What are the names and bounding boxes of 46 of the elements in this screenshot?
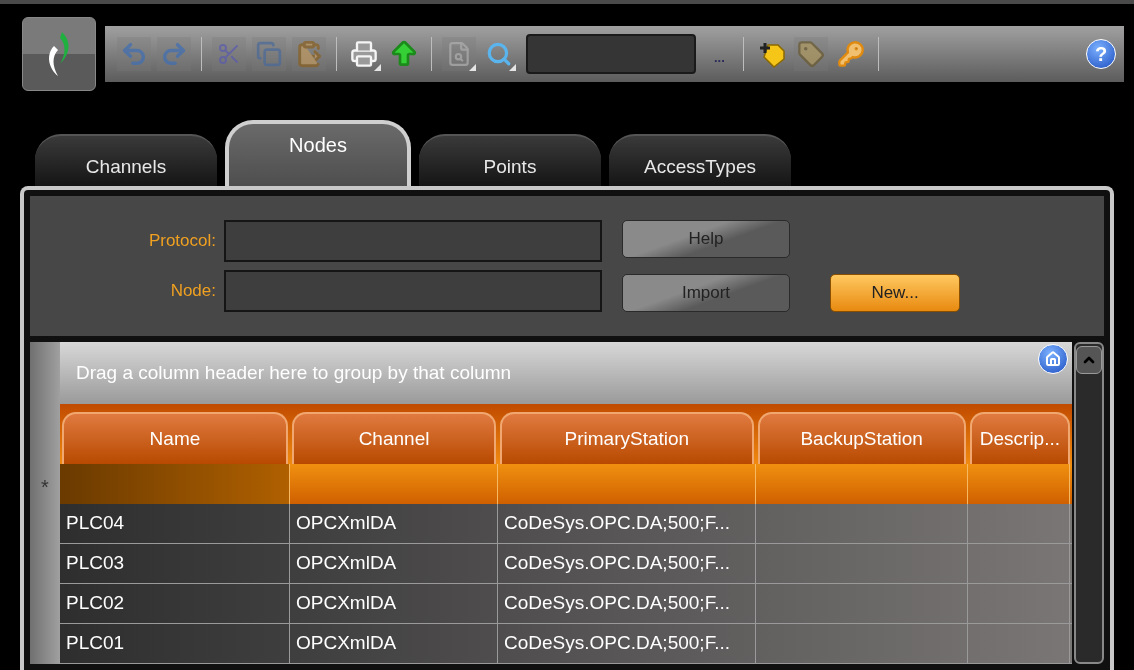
home-button[interactable]	[1038, 344, 1068, 374]
tab[interactable]: Nodes	[225, 120, 411, 186]
search-icon	[486, 41, 512, 68]
table-cell: OPCXmlDA	[290, 584, 498, 623]
table-cell: OPCXmlDA	[290, 624, 498, 663]
group-panel-hint: Drag a column header here to group by that column	[76, 360, 512, 385]
browse-button[interactable]: ...	[706, 37, 733, 72]
text-field[interactable]	[224, 270, 602, 312]
new-button[interactable]: New...	[830, 274, 960, 312]
table-cell: CoDeSys.OPC.DA;500;F...	[498, 504, 756, 543]
tab[interactable]: Points	[419, 134, 601, 186]
column-header[interactable]: Descrip...	[969, 412, 1070, 464]
column-header[interactable]: PrimaryStation	[500, 412, 754, 464]
tab[interactable]: AccessTypes	[609, 134, 791, 186]
text-field[interactable]	[224, 220, 602, 262]
document-search-icon	[446, 41, 472, 68]
new-row-marker: *	[40, 475, 50, 500]
column-header[interactable]: Name	[62, 412, 288, 464]
table-cell: PLC04	[60, 504, 290, 543]
printer-icon	[350, 40, 378, 69]
table-cell: PLC01	[60, 624, 290, 663]
key-icon	[836, 40, 865, 69]
search-field[interactable]	[526, 34, 696, 75]
table-cell: OPCXmlDA	[290, 544, 498, 583]
new-row-cell[interactable]	[60, 464, 290, 504]
tag-icon	[796, 40, 825, 69]
column-header[interactable]: Channel	[291, 412, 497, 464]
copy-icon	[256, 41, 282, 68]
table-cell: PLC03	[60, 544, 290, 583]
tab[interactable]: Channels	[35, 134, 217, 186]
column-header[interactable]: BackupStation	[757, 412, 966, 464]
form-button[interactable]: Import	[622, 274, 790, 312]
table-cell: CoDeSys.OPC.DA;500;F...	[498, 624, 756, 663]
table-cell: CoDeSys.OPC.DA;500;F...	[498, 584, 756, 623]
form-button[interactable]: Help	[622, 220, 790, 258]
home-icon	[1045, 351, 1061, 367]
scissors-icon	[217, 42, 241, 67]
field-label: Node:	[169, 280, 216, 303]
clipboard-icon	[295, 40, 323, 69]
help-button[interactable]: ?	[1086, 39, 1116, 70]
table-cell: OPCXmlDA	[290, 504, 498, 543]
field-label: Protocol:	[147, 230, 216, 253]
table-cell: CoDeSys.OPC.DA;500;F...	[498, 544, 756, 583]
app-logo-button[interactable]	[22, 17, 96, 92]
table-cell: PLC02	[60, 584, 290, 623]
scroll-up-button[interactable]	[1076, 346, 1102, 374]
